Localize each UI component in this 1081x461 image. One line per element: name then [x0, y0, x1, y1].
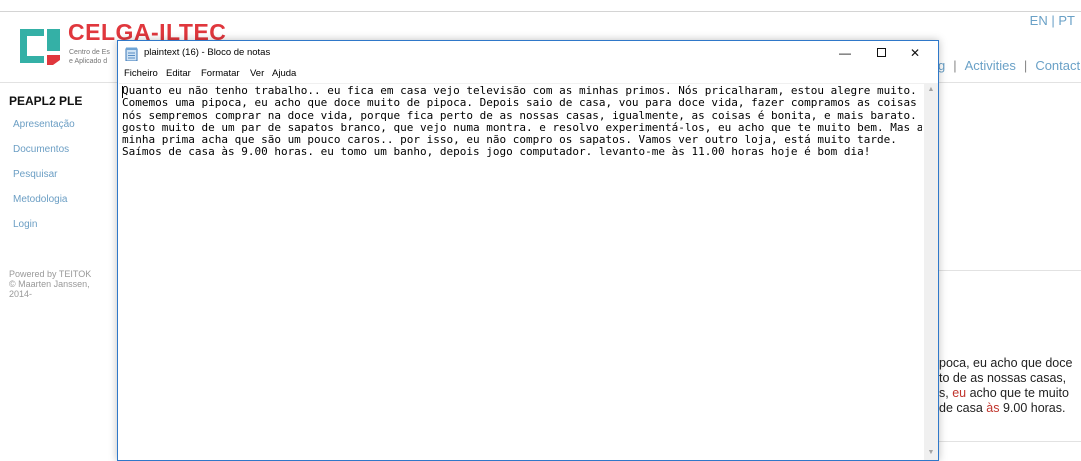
scroll-down-icon[interactable]: ▼ [924, 446, 938, 460]
highlighted-token[interactable]: às [986, 401, 999, 415]
menu-formatar[interactable]: Formatar [201, 68, 240, 79]
language-switcher: EN | PT [1030, 13, 1075, 28]
top-navigation: g | Activities | Contact [938, 58, 1080, 73]
logo-subtitle-line2: e Aplicado d [69, 58, 108, 65]
nav-separator: | [1023, 58, 1028, 73]
sidebar-item-login[interactable]: Login [13, 219, 113, 244]
minimize-button[interactable]: — [828, 41, 862, 65]
vertical-scrollbar[interactable]: ▲ ▼ [924, 83, 938, 460]
menu-bar: Ficheiro Editar Formatar Ver Ajuda [118, 67, 938, 83]
text-line: to de as nossas casas, [939, 371, 1067, 385]
text-line: poca, eu acho que doce [939, 356, 1073, 370]
menu-ajuda[interactable]: Ajuda [272, 68, 296, 79]
nav-item-activities[interactable]: Activities [965, 58, 1016, 73]
maximize-icon [876, 48, 886, 58]
text-editor[interactable]: Quanto eu não tenho trabalho.. eu fica e… [119, 83, 924, 460]
sidebar-item-apresentacao[interactable]: Apresentação [13, 119, 113, 144]
site-title: PEAPL2 PLE [9, 94, 83, 108]
lang-pt-link[interactable]: PT [1058, 13, 1075, 28]
sidebar-menu: Apresentação Documentos Pesquisar Metodo… [13, 119, 113, 244]
close-button[interactable]: ✕ [898, 41, 932, 65]
powered-by: Powered by TEITOK © Maarten Janssen, 201… [9, 269, 91, 299]
logo-subtitle-line1: Centro de Es [69, 49, 110, 56]
lang-separator: | [1051, 13, 1055, 28]
powered-by-line: Powered by TEITOK [9, 269, 92, 279]
sidebar-item-metodologia[interactable]: Metodologia [13, 194, 113, 219]
notepad-window: plaintext (16) - Bloco de notas — ✕ Fich… [117, 40, 939, 461]
text-line: s, eu acho que te muito [939, 386, 1069, 400]
sidebar-item-documentos[interactable]: Documentos [13, 144, 113, 169]
content-divider [938, 270, 1081, 271]
text-line: de casa às 9.00 horas. [939, 401, 1066, 415]
nav-item-contact[interactable]: Contact [1035, 58, 1080, 73]
highlighted-token[interactable]: eu [952, 386, 966, 400]
lang-en-link[interactable]: EN [1030, 13, 1048, 28]
scroll-up-icon[interactable]: ▲ [924, 83, 938, 97]
notepad-icon [125, 47, 138, 61]
window-titlebar[interactable]: plaintext (16) - Bloco de notas — ✕ [118, 41, 938, 67]
logo-icon[interactable] [18, 27, 62, 65]
maximize-button[interactable] [864, 41, 898, 65]
menu-ficheiro[interactable]: Ficheiro [124, 68, 158, 79]
editor-content[interactable]: Quanto eu não tenho trabalho.. eu fica e… [122, 85, 922, 159]
menu-editar[interactable]: Editar [166, 68, 191, 79]
top-divider [0, 11, 1081, 12]
copyright-line: © Maarten Janssen, [9, 279, 90, 289]
content-bottom-divider [938, 441, 1081, 442]
nav-separator: | [953, 58, 957, 73]
window-title: plaintext (16) - Bloco de notas [144, 47, 271, 58]
document-text-preview: poca, eu acho que doce to de as nossas c… [939, 356, 1081, 416]
text-caret [122, 86, 123, 98]
menu-ver[interactable]: Ver [250, 68, 264, 79]
sidebar-item-pesquisar[interactable]: Pesquisar [13, 169, 113, 194]
year-line: 2014- [9, 289, 33, 299]
nav-item-partial[interactable]: g [938, 58, 945, 73]
